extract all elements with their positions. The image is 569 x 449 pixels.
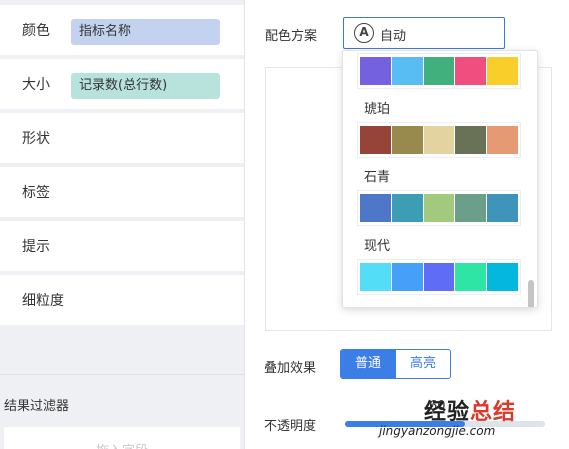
shelf-granularity[interactable]: 细粒度 [0, 275, 244, 325]
field-pill[interactable]: 记录数(总行数) [71, 73, 220, 99]
shelf-label: 提示 [22, 239, 50, 255]
auto-a-icon: A [354, 23, 374, 43]
shelf-label-encoding[interactable]: 标签 [0, 167, 244, 217]
result-filter-title: 结果过滤器 [4, 399, 70, 414]
overlay-effect-label: 叠加效果 [264, 361, 317, 376]
color-swatch [391, 263, 423, 291]
color-swatch [391, 126, 423, 154]
dropdown-scrollbar[interactable] [528, 280, 534, 307]
overlay-normal-button[interactable]: 普通 [340, 349, 396, 379]
palette-option[interactable] [357, 53, 521, 89]
color-swatch [455, 57, 487, 85]
filter-drop-zone[interactable]: 拖入字段 [4, 427, 240, 449]
palette-name: 琥珀 [364, 102, 391, 117]
color-swatch [423, 194, 455, 222]
shelf-label: 形状 [22, 131, 50, 147]
watermark-logo: 经验总结 [424, 394, 516, 426]
shelf-label: 细粒度 [22, 293, 64, 309]
left-panel: 颜色 指标名称 大小 记录数(总行数) 形状 标签 提示 细粒度 结果过滤器 拖… [0, 0, 244, 449]
color-swatch [455, 126, 487, 154]
palette-option-modern[interactable] [357, 259, 521, 295]
watermark-url: jingyanzongjie.com [379, 424, 496, 438]
color-scheme-select[interactable]: A 自动 [343, 17, 505, 49]
shelf-tooltip[interactable]: 提示 [0, 221, 244, 271]
color-swatch [360, 57, 391, 85]
shelf-color[interactable]: 颜色 指标名称 [0, 5, 244, 55]
shelf-shape[interactable]: 形状 [0, 113, 244, 163]
color-swatch [423, 57, 455, 85]
palette-option-amber[interactable] [357, 122, 521, 158]
palette-option-azurite[interactable] [357, 190, 521, 226]
color-swatch [423, 263, 455, 291]
shelf-label: 颜色 [22, 23, 50, 39]
color-swatch [360, 126, 391, 154]
field-pill[interactable]: 指标名称 [71, 19, 220, 45]
color-swatch [455, 263, 487, 291]
palette-name: 石青 [364, 170, 391, 185]
shelf-label: 标签 [22, 185, 50, 201]
result-filter-section: 结果过滤器 拖入字段 [0, 374, 244, 449]
overlay-highlight-button[interactable]: 高亮 [395, 349, 451, 379]
color-scheme-dropdown[interactable]: 琥珀 石青 现代 [342, 50, 538, 308]
color-swatch [487, 194, 518, 222]
shelf-size[interactable]: 大小 记录数(总行数) [0, 59, 244, 109]
color-swatch [360, 194, 391, 222]
color-swatch [423, 126, 455, 154]
color-swatch [391, 194, 423, 222]
drop-placeholder: 拖入字段 [4, 440, 240, 449]
opacity-label: 不透明度 [264, 419, 317, 434]
color-swatch [487, 57, 518, 85]
watermark-logo-part: 经验 [424, 400, 471, 425]
color-swatch [360, 263, 391, 291]
watermark-logo-part: 总结 [470, 400, 517, 425]
palette-name: 现代 [364, 239, 391, 254]
color-swatch [487, 263, 518, 291]
color-scheme-label: 配色方案 [265, 29, 318, 44]
color-swatch [487, 126, 518, 154]
color-swatch [391, 57, 423, 85]
color-scheme-value: 自动 [380, 29, 407, 44]
shelf-label: 大小 [22, 77, 50, 93]
color-swatch [455, 194, 487, 222]
